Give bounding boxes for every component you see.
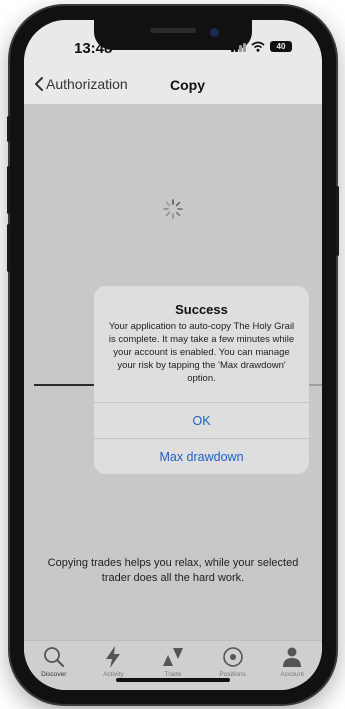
status-bar: 13:48 40	[24, 20, 322, 68]
search-icon	[43, 647, 64, 667]
back-label: Authorization	[46, 76, 128, 92]
mute-switch	[7, 116, 10, 142]
loading-spinner-icon	[163, 199, 183, 219]
copy-info-text: Copying trades helps you relax, while yo…	[47, 557, 299, 584]
tab-activity[interactable]: Activity	[85, 641, 141, 690]
tab-positions[interactable]: Positions	[205, 641, 261, 690]
target-icon	[222, 647, 243, 667]
tab-account[interactable]: Account	[264, 641, 320, 690]
front-camera	[210, 28, 219, 37]
trade-arrows-icon	[162, 648, 183, 666]
volume-down-button	[7, 224, 10, 272]
progress-line-left	[34, 384, 96, 386]
home-indicator[interactable]	[116, 678, 230, 682]
person-icon	[283, 647, 302, 667]
volume-up-button	[7, 166, 10, 214]
tab-trade[interactable]: Trade	[145, 641, 201, 690]
chevron-left-icon	[35, 77, 43, 91]
ok-button[interactable]: OK	[94, 402, 309, 439]
screen: 13:48 40 Authorization Copy Copying trad…	[24, 20, 322, 690]
page-title: Copy	[170, 77, 205, 93]
tab-bar: Discover Activity Trade Positions Accoun…	[24, 640, 322, 690]
max-drawdown-button[interactable]: Max drawdown	[94, 438, 309, 474]
tab-discover[interactable]: Discover	[26, 641, 82, 690]
power-button	[336, 186, 339, 256]
tab-label-account: Account	[280, 671, 304, 678]
phone-frame: 13:48 40 Authorization Copy Copying trad…	[7, 6, 339, 704]
wifi-icon	[251, 41, 265, 52]
back-button[interactable]: Authorization	[34, 76, 128, 92]
speaker	[150, 28, 196, 33]
battery-icon: 40	[270, 41, 292, 52]
tab-label-trade: Trade	[164, 671, 182, 678]
tab-label-activity: Activity	[103, 671, 124, 678]
lightning-icon	[106, 646, 121, 668]
success-dialog: Success Your application to auto-copy Th…	[94, 286, 309, 474]
cellular-signal-icon	[231, 42, 246, 52]
navigation-bar: Authorization Copy	[24, 68, 322, 104]
dialog-message: Your application to auto-copy The Holy G…	[108, 321, 295, 384]
status-icons: 40	[231, 41, 292, 52]
progress-line-right	[308, 384, 322, 386]
notch	[94, 20, 252, 50]
dialog-title: Success	[175, 302, 228, 317]
tab-label-positions: Positions	[219, 671, 246, 678]
tab-label-discover: Discover	[41, 671, 67, 678]
